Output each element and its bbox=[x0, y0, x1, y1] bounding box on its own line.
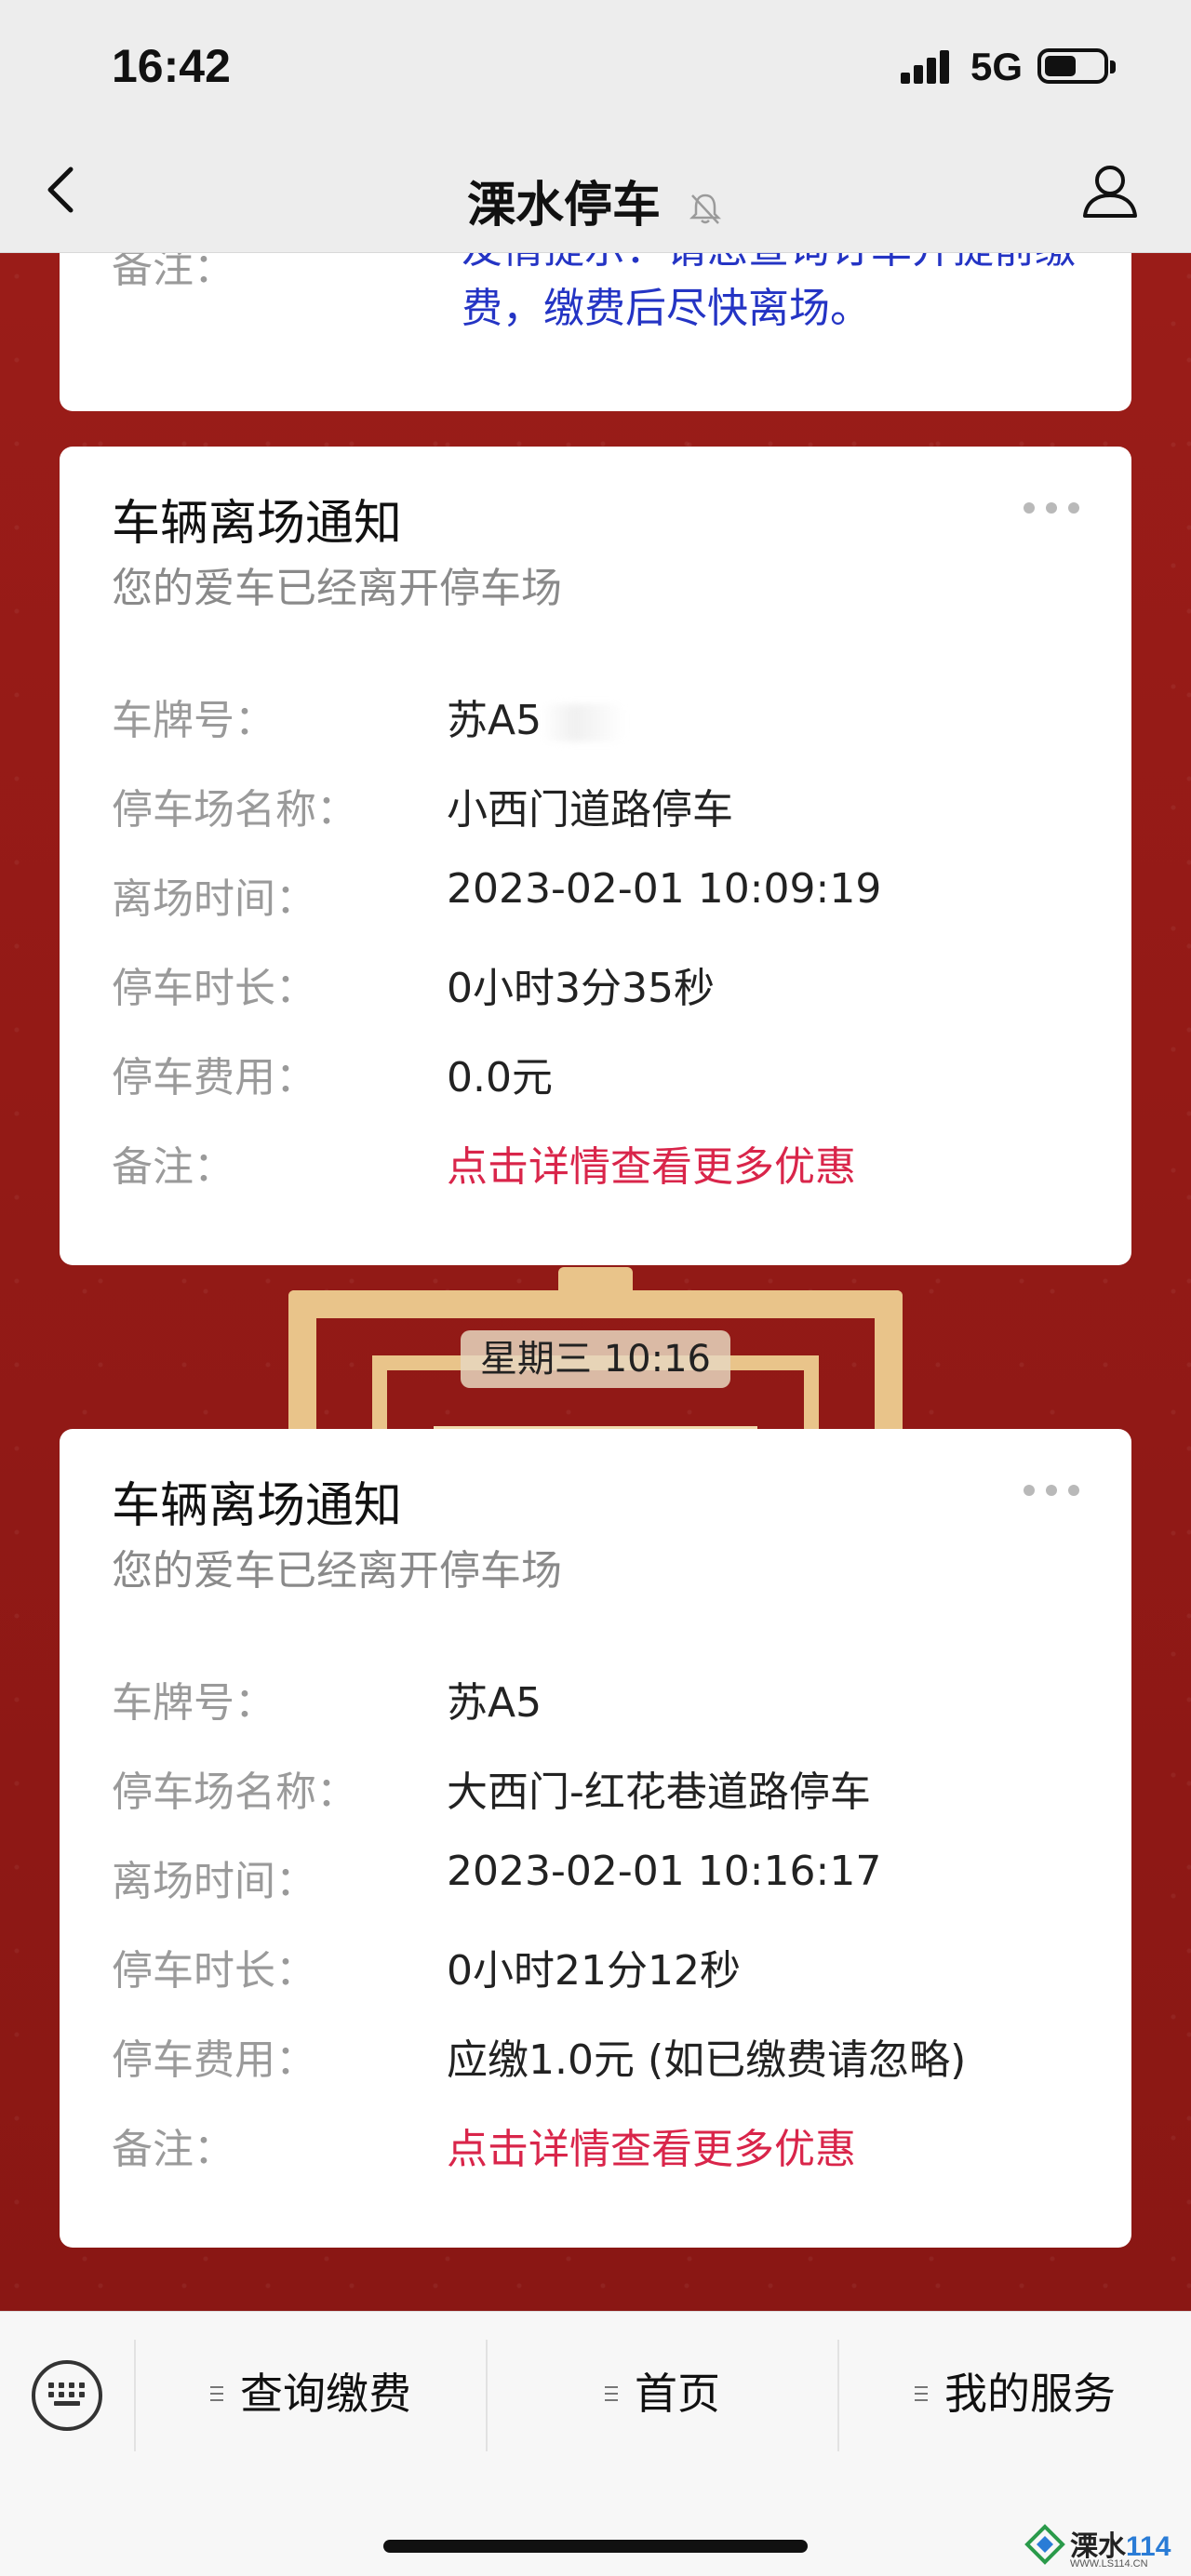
duration-row: 停车时长： 0小时3分35秒 bbox=[112, 954, 1079, 1012]
row-label: 离场时间： bbox=[112, 875, 316, 923]
status-time: 16:42 bbox=[112, 40, 231, 92]
row-label: 停车场名称： bbox=[112, 1768, 357, 1816]
more-options-icon[interactable] bbox=[1024, 502, 1079, 514]
plate-number: 苏A5 bbox=[447, 1679, 542, 1727]
row-value: 大西门-红花巷道路停车 bbox=[447, 1768, 871, 1816]
row-value: 苏A5 bbox=[447, 687, 626, 746]
bottom-menu: 查询缴费 首页 我的服务 bbox=[0, 2311, 1191, 2576]
page-title: 溧水停车 bbox=[0, 166, 1191, 235]
menu-item-label: 查询缴费 bbox=[240, 2369, 411, 2419]
submenu-icon bbox=[210, 2385, 223, 2401]
row-value: 2023-02-01 10:16:17 bbox=[447, 1848, 882, 1895]
row-value: 0小时3分35秒 bbox=[447, 965, 715, 1012]
battery-icon bbox=[1037, 48, 1116, 84]
plate-row: 车牌号： 苏A5 bbox=[112, 687, 1079, 744]
exit-time-row: 离场时间： 2023-02-01 10:09:19 bbox=[112, 865, 1079, 923]
redacted-plate bbox=[542, 704, 626, 741]
message-list[interactable]: 备注： 友情提示：请您查询订单并提前缴费，缴费后尽快离场。 车辆离场通知 您的爱… bbox=[0, 253, 1191, 2311]
message-card-partial[interactable]: 备注： 友情提示：请您查询订单并提前缴费，缴费后尽快离场。 bbox=[60, 253, 1131, 411]
fee-row: 停车费用： 0.0元 bbox=[112, 1044, 1079, 1101]
exit-time-row: 离场时间： 2023-02-01 10:16:17 bbox=[112, 1848, 1079, 1905]
note-row: 备注： 友情提示：请您查询订单并提前缴费，缴费后尽快离场。 bbox=[112, 253, 1079, 365]
menu-item-my-services[interactable]: 我的服务 bbox=[839, 2356, 1191, 2431]
row-label: 备注： bbox=[112, 2126, 234, 2173]
row-value: 应缴1.0元 (如已缴费请忽略) bbox=[447, 2036, 967, 2084]
row-label: 车牌号： bbox=[112, 697, 275, 744]
card-title: 车辆离场通知 bbox=[112, 1478, 403, 1534]
row-label: 停车费用： bbox=[112, 2036, 316, 2084]
menu-item-query-pay[interactable]: 查询缴费 bbox=[136, 2356, 486, 2431]
note-value: 友情提示：请您查询订单并提前缴费，缴费后尽快离场。 bbox=[462, 253, 1076, 332]
card-title: 车辆离场通知 bbox=[112, 496, 403, 552]
plate-number: 苏A5 bbox=[447, 697, 542, 744]
row-label: 停车场名称： bbox=[112, 786, 357, 834]
nav-bar: 溧水停车 bbox=[0, 140, 1191, 253]
row-label: 备注： bbox=[112, 1143, 234, 1191]
signal-icon bbox=[901, 50, 957, 84]
note-row[interactable]: 备注： 点击详情查看更多优惠 bbox=[112, 2116, 1079, 2173]
menu-item-home[interactable]: 首页 bbox=[488, 2356, 837, 2431]
message-card-content: 车辆离场通知 您的爱车已经离开停车场 车牌号： 苏A5 停车场名称： 小西门道路… bbox=[60, 447, 1131, 1265]
details-link[interactable]: 点击详情查看更多优惠 bbox=[447, 1133, 856, 1193]
network-label: 5G bbox=[970, 45, 1024, 88]
page-title-text: 溧水停车 bbox=[466, 178, 661, 234]
row-value: 2023-02-01 10:09:19 bbox=[447, 865, 882, 913]
card-subtitle: 您的爱车已经离开停车场 bbox=[112, 565, 562, 612]
parking-lot-row: 停车场名称： 小西门道路停车 bbox=[112, 776, 1079, 834]
row-value: 0小时21分12秒 bbox=[447, 1947, 741, 1995]
keyboard-toggle-icon[interactable] bbox=[32, 2360, 102, 2431]
watermark-logo-icon bbox=[1024, 2524, 1065, 2565]
row-label: 离场时间： bbox=[112, 1858, 316, 1905]
row-value: 苏A5 bbox=[447, 1669, 542, 1728]
watermark-text: 溧水114 WWW.LS114.CN bbox=[1070, 2523, 1171, 2569]
menu-item-label: 首页 bbox=[635, 2369, 720, 2419]
more-options-icon[interactable] bbox=[1024, 1485, 1079, 1496]
row-value: 0.0元 bbox=[447, 1054, 553, 1101]
mute-bell-icon bbox=[689, 194, 722, 224]
fee-row: 停车费用： 应缴1.0元 (如已缴费请忽略) bbox=[112, 2026, 1079, 2084]
menu-item-label: 我的服务 bbox=[944, 2369, 1116, 2419]
parking-lot-row: 停车场名称： 大西门-红花巷道路停车 bbox=[112, 1758, 1079, 1816]
row-value: 小西门道路停车 bbox=[447, 786, 733, 834]
note-row[interactable]: 备注： 点击详情查看更多优惠 bbox=[112, 1133, 1079, 1191]
status-bar: 16:42 5G bbox=[0, 0, 1191, 140]
watermark-url: WWW.LS114.CN bbox=[1070, 2558, 1148, 2569]
row-label: 车牌号： bbox=[112, 1679, 275, 1727]
details-link[interactable]: 点击详情查看更多优惠 bbox=[447, 2116, 856, 2175]
home-indicator bbox=[383, 2540, 808, 2553]
user-profile-icon[interactable] bbox=[1077, 158, 1143, 223]
submenu-icon bbox=[915, 2385, 928, 2401]
submenu-icon bbox=[605, 2385, 618, 2401]
duration-row: 停车时长： 0小时21分12秒 bbox=[112, 1937, 1079, 1995]
message-timestamp: 星期三 10:16 bbox=[461, 1330, 730, 1388]
card-subtitle: 您的爱车已经离开停车场 bbox=[112, 1547, 562, 1595]
message-card[interactable]: 车辆离场通知 您的爱车已经离开停车场 车牌号： 苏A5 停车场名称： 大西门-红… bbox=[60, 1429, 1131, 2248]
row-label: 停车费用： bbox=[112, 1054, 316, 1101]
row-label: 停车时长： bbox=[112, 965, 316, 1012]
note-label: 备注： bbox=[112, 253, 234, 292]
row-label: 停车时长： bbox=[112, 1947, 316, 1995]
plate-row: 车牌号： 苏A5 bbox=[112, 1669, 1079, 1728]
